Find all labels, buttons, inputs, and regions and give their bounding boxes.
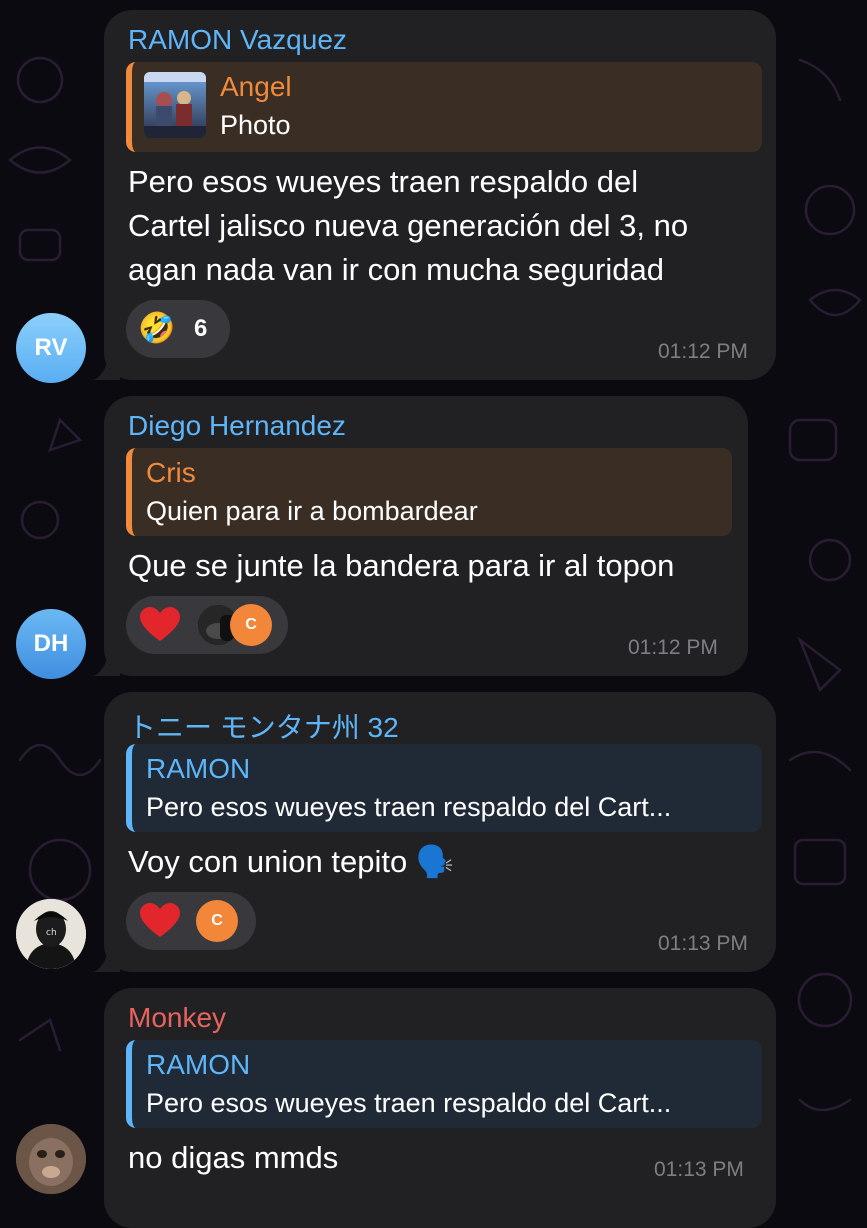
svg-text:ch: ch	[46, 928, 57, 938]
message-line: Pero esos wueyes traen respaldo del	[128, 164, 639, 199]
sender-name[interactable]: RAMON Vazquez	[128, 24, 347, 56]
reply-quote[interactable]: Cris Quien para ir a bombardear	[126, 448, 732, 536]
reactor-avatar-c: C	[196, 900, 238, 942]
message-bubble: Diego Hernandez Cris Quien para ir a bom…	[104, 396, 748, 676]
heart-icon	[140, 903, 180, 937]
reply-text: Pero esos wueyes traen respaldo del Cart…	[146, 1088, 672, 1118]
reply-quote[interactable]: RAMON Pero esos wueyes traen respaldo de…	[126, 744, 762, 832]
avatar[interactable]: DH	[16, 609, 86, 679]
reactor-avatar-c: C	[230, 604, 272, 646]
avatar[interactable]: RV	[16, 313, 86, 383]
message-text: Pero esos wueyes traen respaldo del Cart…	[128, 160, 688, 292]
photo-thumbnail	[144, 72, 206, 138]
message-bubble: RAMON Vazquez Angel Photo Pero esos wuey…	[104, 10, 776, 380]
sender-name[interactable]: Diego Hernandez	[128, 410, 346, 442]
message-line: agan nada van ir con mucha seguridad	[128, 252, 664, 287]
message-line: no digas mmds	[128, 1140, 339, 1175]
reply-author: Cris	[146, 457, 196, 488]
reply-author: RAMON	[146, 753, 251, 784]
message-line: Voy con union tepito 🗣️	[128, 844, 455, 879]
sender-name[interactable]: Monkey	[128, 1002, 226, 1034]
reaction-pill[interactable]: C	[126, 596, 288, 654]
reply-text: Quien para ir a bombardear	[146, 496, 478, 526]
avatar[interactable]	[16, 1124, 86, 1194]
reaction-pill[interactable]: 🤣 6	[126, 300, 230, 358]
message-line: Cartel jalisco nueva generación del 3, n…	[128, 208, 689, 243]
message-text: Voy con union tepito 🗣️	[128, 840, 454, 884]
message-time: 01:13 PM	[654, 1158, 744, 1181]
message-bubble: トニー モンタナ州 32 RAMON Pero esos wueyes trae…	[104, 692, 776, 972]
message-time: 01:12 PM	[628, 636, 718, 659]
sender-name[interactable]: トニー モンタナ州 32	[128, 706, 399, 746]
reaction-count: 6	[194, 315, 208, 342]
reply-text: Photo	[220, 110, 291, 140]
rofl-emoji-icon: 🤣	[138, 312, 176, 345]
heart-icon	[140, 607, 180, 641]
reply-author: Angel	[220, 71, 292, 102]
message-text: Que se junte la bandera para ir al topon	[128, 544, 674, 588]
reply-quote[interactable]: Angel Photo	[126, 62, 762, 152]
message-text: no digas mmds	[128, 1136, 338, 1180]
avatar[interactable]: ch	[16, 899, 86, 969]
message-time: 01:12 PM	[658, 340, 748, 363]
reply-text: Pero esos wueyes traen respaldo del Cart…	[146, 792, 672, 822]
reaction-pill[interactable]: C	[126, 892, 256, 950]
message-bubble: Monkey RAMON Pero esos wueyes traen resp…	[104, 988, 776, 1228]
reply-quote[interactable]: RAMON Pero esos wueyes traen respaldo de…	[126, 1040, 762, 1128]
message-time: 01:13 PM	[658, 932, 748, 955]
reply-author: RAMON	[146, 1049, 251, 1080]
message-line: Que se junte la bandera para ir al topon	[128, 548, 675, 583]
